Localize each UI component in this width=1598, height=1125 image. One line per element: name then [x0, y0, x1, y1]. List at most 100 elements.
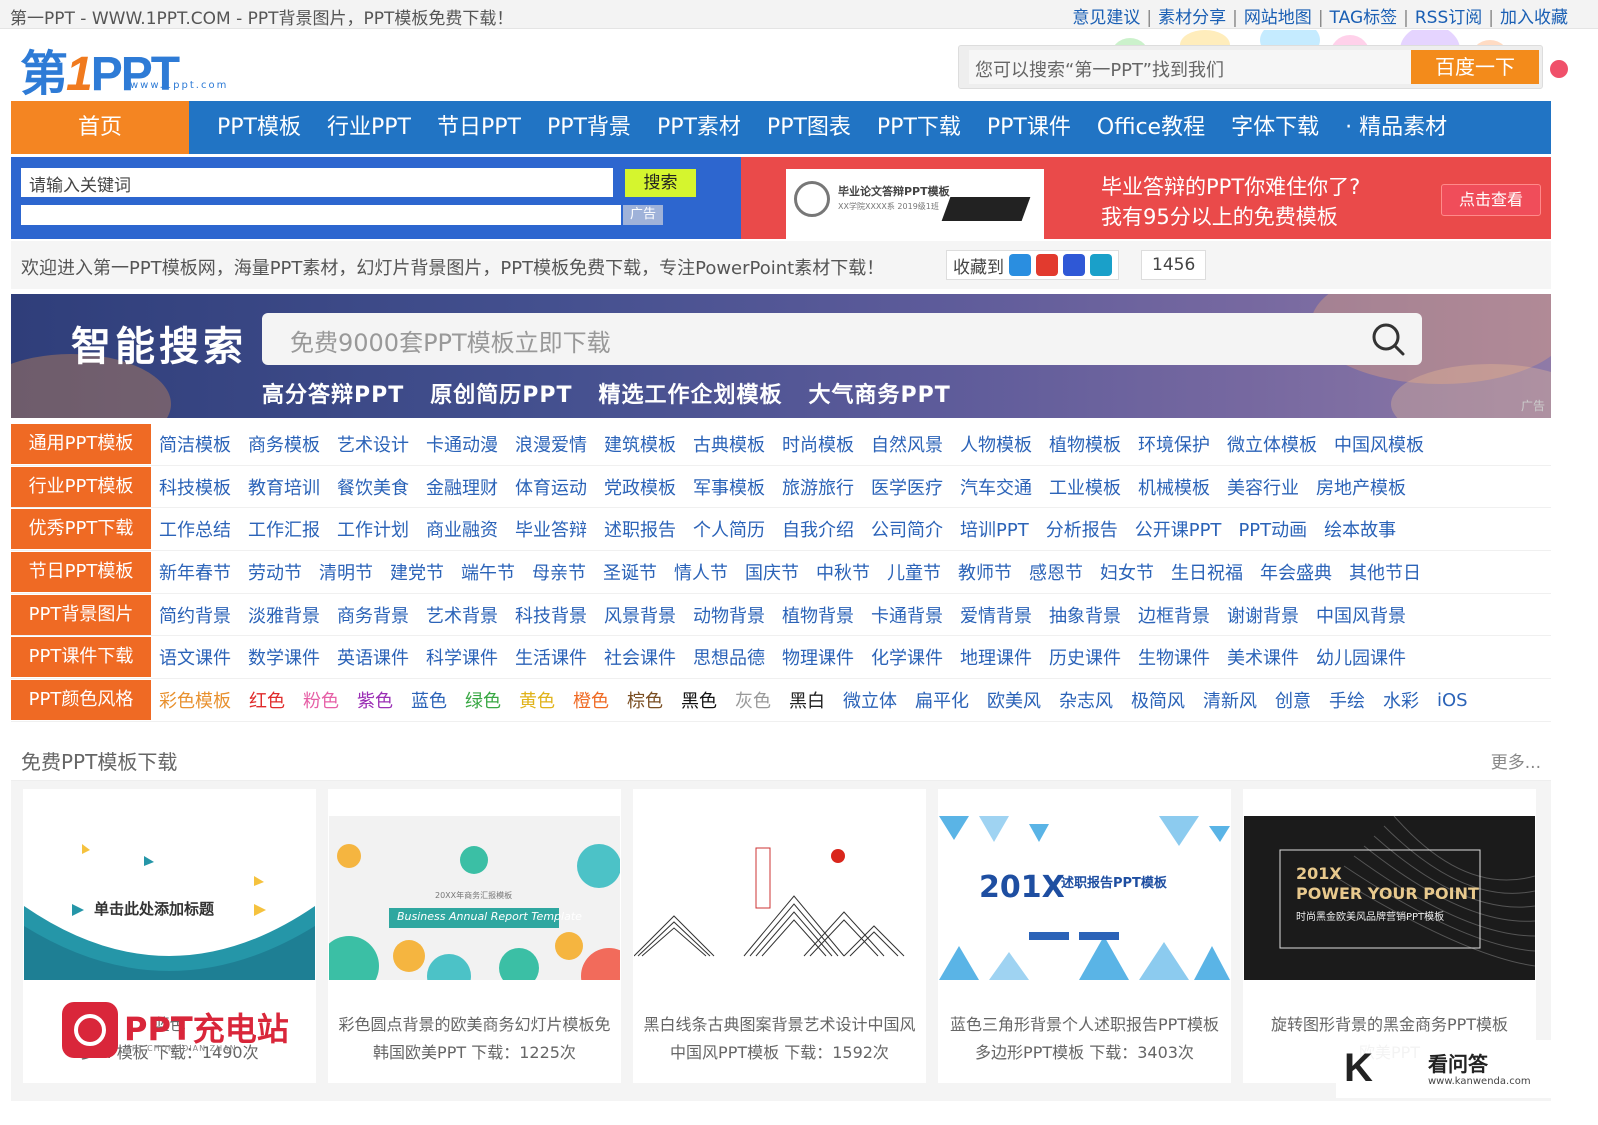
category-label[interactable]: 通用PPT模板	[11, 424, 151, 464]
category-label[interactable]: PPT课件下载	[11, 637, 151, 678]
qzone-icon[interactable]	[1009, 254, 1031, 276]
template-thumbnail[interactable]: 201X POWER YOUR POINT 时尚黑金欧美风品牌营销PPT模板	[1244, 816, 1535, 980]
nav-item[interactable]: · 精品素材	[1332, 101, 1460, 154]
category-link[interactable]: 灰色	[735, 687, 771, 713]
category-link[interactable]: 历史课件	[1049, 644, 1121, 670]
category-link[interactable]: 英语课件	[337, 644, 409, 670]
nav-item[interactable]: PPT模板	[204, 101, 314, 154]
template-thumbnail[interactable]: 20XX年商务汇报模板 Business Annual Report Templ…	[329, 816, 620, 980]
category-link[interactable]: 环境保护	[1138, 431, 1210, 457]
category-link[interactable]: iOS	[1437, 690, 1468, 711]
top-link-feedback[interactable]: 意见建议	[1072, 8, 1140, 28]
category-link[interactable]: 其他节日	[1349, 559, 1421, 585]
category-link[interactable]: 餐饮美食	[337, 474, 409, 500]
category-link[interactable]: 党政模板	[604, 474, 676, 500]
category-link[interactable]: 物理课件	[782, 644, 854, 670]
category-link[interactable]: 化学课件	[871, 644, 943, 670]
category-link[interactable]: 思想品德	[693, 644, 765, 670]
template-thumbnail[interactable]: 201X 述职报告PPT模板	[939, 816, 1230, 980]
top-link-tags[interactable]: TAG标签	[1330, 8, 1398, 28]
category-link[interactable]: 儿童节	[887, 559, 941, 585]
category-link[interactable]: 情人节	[674, 559, 728, 585]
category-link[interactable]: 生日祝福	[1171, 559, 1243, 585]
template-thumbnail[interactable]: 单击此处添加标题	[24, 816, 315, 980]
category-link[interactable]: 黑白	[789, 687, 825, 713]
category-link[interactable]: 黑色	[681, 687, 717, 713]
category-link[interactable]: 科技背景	[515, 602, 587, 628]
category-link[interactable]: 扁平化	[915, 687, 969, 713]
nav-item[interactable]: PPT下载	[864, 101, 974, 154]
top-link-sitemap[interactable]: 网站地图	[1244, 8, 1312, 28]
category-link[interactable]: 建筑模板	[604, 431, 676, 457]
category-link[interactable]: 公司简介	[871, 516, 943, 542]
category-link[interactable]: 体育运动	[515, 474, 587, 500]
weibo-icon[interactable]	[1036, 254, 1058, 276]
category-label[interactable]: 节日PPT模板	[11, 552, 151, 593]
category-link[interactable]: 时尚模板	[782, 431, 854, 457]
ad-text-field[interactable]	[21, 205, 621, 225]
category-link[interactable]: 艺术设计	[337, 431, 409, 457]
category-link[interactable]: 人物模板	[960, 431, 1032, 457]
category-link[interactable]: 古典模板	[693, 431, 765, 457]
category-link[interactable]: 水彩	[1383, 687, 1419, 713]
category-link[interactable]: 中国风背景	[1316, 602, 1406, 628]
category-link[interactable]: 工作总结	[159, 516, 231, 542]
category-link[interactable]: 圣诞节	[603, 559, 657, 585]
category-label[interactable]: 优秀PPT下载	[11, 509, 151, 550]
category-link[interactable]: 淡雅背景	[248, 602, 320, 628]
category-link[interactable]: 科学课件	[426, 644, 498, 670]
category-link[interactable]: 红色	[249, 687, 285, 713]
category-link[interactable]: 述职报告	[604, 516, 676, 542]
baidu-search-button[interactable]: 百度一下	[1411, 50, 1539, 84]
category-link[interactable]: 语文课件	[159, 644, 231, 670]
nav-item[interactable]: 字体下载	[1218, 101, 1332, 154]
category-link[interactable]: 简洁模板	[159, 431, 231, 457]
category-link[interactable]: 绘本故事	[1324, 516, 1396, 542]
category-link[interactable]: 工作计划	[337, 516, 409, 542]
category-label[interactable]: 行业PPT模板	[11, 466, 151, 507]
category-link[interactable]: 培训PPT	[960, 516, 1029, 542]
category-label[interactable]: PPT颜色风格	[11, 680, 151, 721]
pengyou-icon[interactable]	[1090, 254, 1112, 276]
baidu-search-input[interactable]: 您可以搜索“第一PPT”找到我们	[969, 50, 1414, 84]
category-link[interactable]: 微立体模板	[1227, 431, 1317, 457]
template-title[interactable]: 黑白线条古典图案背景艺术设计中国风	[633, 1011, 926, 1035]
template-title[interactable]: 彩色圆点背景的欧美商务幻灯片模板免	[328, 1011, 621, 1035]
category-link[interactable]: 生活课件	[515, 644, 587, 670]
category-link[interactable]: 极简风	[1131, 687, 1185, 713]
category-link[interactable]: 紫色	[357, 687, 393, 713]
category-link[interactable]: 分析报告	[1046, 516, 1118, 542]
search-icon[interactable]	[1370, 321, 1406, 357]
category-link[interactable]: 建党节	[390, 559, 444, 585]
nav-item[interactable]: PPT图表	[754, 101, 864, 154]
category-link[interactable]: 劳动节	[248, 559, 302, 585]
site-logo[interactable]: 第1PPT www.1ppt.com	[20, 36, 250, 101]
category-link[interactable]: 房地产模板	[1316, 474, 1406, 500]
category-link[interactable]: 创意	[1275, 687, 1311, 713]
template-thumbnail[interactable]	[634, 816, 925, 980]
smart-search-box[interactable]: 免费9000套PPT模板立即下载	[262, 313, 1422, 365]
category-link[interactable]: 商务模板	[248, 431, 320, 457]
category-link[interactable]: 地理课件	[960, 644, 1032, 670]
category-link[interactable]: 清明节	[319, 559, 373, 585]
category-link[interactable]: 年会盛典	[1260, 559, 1332, 585]
category-link[interactable]: 教师节	[958, 559, 1012, 585]
category-link[interactable]: 杂志风	[1059, 687, 1113, 713]
ad-banner[interactable]: 毕业论文答辩PPT模板 XX学院XXXX系 2019级1班 毕业答辩的PPT你难…	[741, 157, 1551, 239]
keyword-input[interactable]: 请输入关键词	[21, 168, 613, 197]
category-link[interactable]: 手绘	[1329, 687, 1365, 713]
category-link[interactable]: 植物模板	[1049, 431, 1121, 457]
category-link[interactable]: 卡通背景	[871, 602, 943, 628]
category-link[interactable]: 边框背景	[1138, 602, 1210, 628]
category-link[interactable]: 粉色	[303, 687, 339, 713]
category-link[interactable]: 新年春节	[159, 559, 231, 585]
category-link[interactable]: 绿色	[465, 687, 501, 713]
nav-item[interactable]: 行业PPT	[314, 101, 424, 154]
category-link[interactable]: 植物背景	[782, 602, 854, 628]
template-title[interactable]: 旋转图形背景的黑金商务PPT模板	[1243, 1011, 1536, 1035]
category-link[interactable]: 旅游旅行	[782, 474, 854, 500]
nav-home[interactable]: 首页	[11, 101, 189, 154]
keyword-search-button[interactable]: 搜索	[625, 169, 696, 197]
template-title[interactable]: 蓝色三角形背景个人述职报告PPT模板	[938, 1011, 1231, 1035]
category-link[interactable]: 医学医疗	[871, 474, 943, 500]
